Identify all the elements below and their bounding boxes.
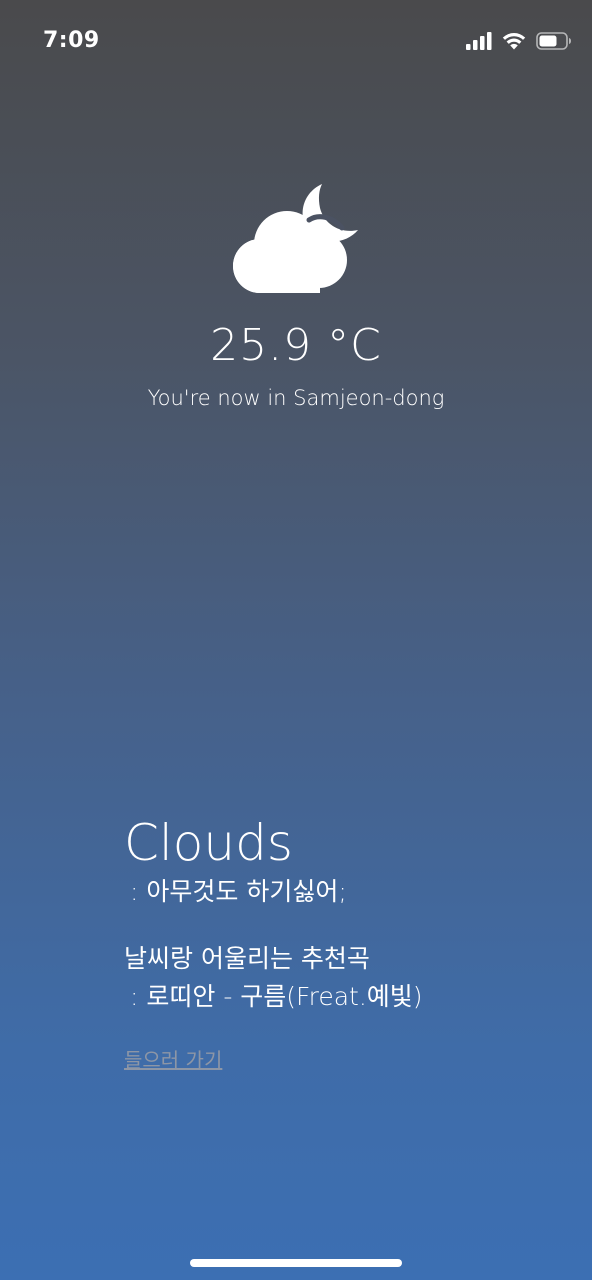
signal-icon: [466, 32, 492, 54]
weather-condition: Clouds: [124, 814, 293, 872]
status-time: 7:09: [43, 28, 100, 53]
weather-mood: : 아무것도 하기싫어;: [130, 877, 347, 906]
home-indicator[interactable]: [190, 1259, 402, 1267]
location-text: You're now in Samjeon-dong: [147, 386, 445, 410]
battery-icon: [536, 32, 572, 54]
recommendation-song: : 로띠안 - 구름(Freat.예빛): [130, 982, 423, 1011]
status-icons: [466, 32, 572, 54]
wifi-icon: [502, 32, 526, 54]
recommendation-title: 날씨랑 어울리는 추천곡: [124, 944, 370, 973]
weather-info: Clouds : 아무것도 하기싫어; 날씨랑 어울리는 추천곡 : 로띠안 -…: [124, 812, 564, 1073]
temperature: 25.9 °C: [210, 320, 382, 371]
status-bar: 7:09: [0, 0, 592, 88]
listen-link[interactable]: 들으러 가기: [124, 1044, 222, 1073]
cloud-moon-icon: [230, 180, 362, 296]
